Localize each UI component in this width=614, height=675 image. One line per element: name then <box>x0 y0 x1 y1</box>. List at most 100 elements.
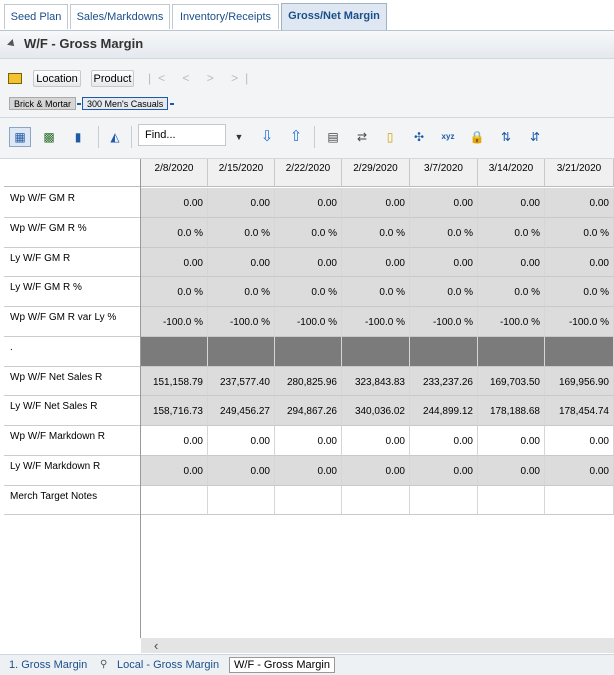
grid-cell[interactable] <box>478 486 545 515</box>
scroll-left-icon[interactable]: ‹ <box>154 638 158 653</box>
tab-inventory-receipts[interactable]: Inventory/Receipts <box>172 4 279 29</box>
grid-cell[interactable]: 0.0 % <box>545 277 614 307</box>
grid-cell[interactable] <box>342 337 410 367</box>
column-header[interactable]: 3/14/2020 <box>478 159 545 187</box>
grid-cell[interactable]: 0.00 <box>141 426 208 456</box>
grid-cell[interactable]: 178,454.74 <box>545 396 614 426</box>
grid-cell[interactable]: 280,825.96 <box>275 367 342 396</box>
grid-cell[interactable]: 0.00 <box>208 456 275 486</box>
column-header[interactable]: 3/7/2020 <box>410 159 478 187</box>
grid-cell[interactable]: 0.0 % <box>208 218 275 248</box>
grid-cell[interactable]: 0.00 <box>342 248 410 277</box>
grid-cell[interactable]: 0.0 % <box>478 218 545 248</box>
tab-sales-markdowns[interactable]: Sales/Markdowns <box>70 4 170 29</box>
grid-cell[interactable] <box>478 337 545 367</box>
grid-cell[interactable]: 0.00 <box>342 188 410 218</box>
collapse-triangle-icon[interactable] <box>7 39 17 49</box>
find-previous-up-icon[interactable]: ⇧ <box>288 129 304 145</box>
grid-cell[interactable]: -100.0 % <box>208 307 275 337</box>
grid-cell[interactable] <box>208 486 275 515</box>
grid-cell[interactable] <box>410 337 478 367</box>
chevron-down-icon[interactable]: ▼ <box>231 129 247 145</box>
grid-cell[interactable]: 0.00 <box>342 456 410 486</box>
grid-cell[interactable]: -100.0 % <box>141 307 208 337</box>
grid-cell[interactable]: -100.0 % <box>275 307 342 337</box>
grid-cell[interactable]: 244,899.12 <box>410 396 478 426</box>
tab-local-gross-margin[interactable]: Local - Gross Margin <box>117 658 219 672</box>
grid-cell[interactable]: 0.00 <box>275 456 342 486</box>
grid-cell[interactable]: 169,956.90 <box>545 367 614 396</box>
grid-cell[interactable]: 0.0 % <box>545 218 614 248</box>
grid-cell[interactable]: 0.00 <box>208 188 275 218</box>
sort-ascending-icon[interactable]: ⇅ <box>498 129 514 145</box>
column-header[interactable]: 3/21/2020 <box>545 159 614 187</box>
grid-cell[interactable]: 0.00 <box>208 248 275 277</box>
page-nav-arrows-icon[interactable]: |< < > >| <box>148 71 255 85</box>
location-button[interactable]: Location <box>33 70 81 87</box>
grid-cell[interactable] <box>342 486 410 515</box>
grid-cell[interactable]: 0.00 <box>545 248 614 277</box>
chart-table-icon[interactable]: ▩ <box>41 129 57 145</box>
swap-rows-icon[interactable]: ⇄ <box>354 129 370 145</box>
row-header[interactable]: Ly W/F GM R <box>4 248 140 277</box>
grid-cell[interactable]: 0.00 <box>410 248 478 277</box>
grid-cell[interactable] <box>208 337 275 367</box>
grid-cell[interactable]: 0.0 % <box>410 218 478 248</box>
row-header[interactable]: Ly W/F GM R % <box>4 277 140 307</box>
grid-cell[interactable]: 0.00 <box>410 456 478 486</box>
pivot-table-icon[interactable] <box>8 73 22 84</box>
grid-cell[interactable]: 151,158.79 <box>141 367 208 396</box>
row-header[interactable]: Ly W/F Net Sales R <box>4 396 140 426</box>
grid-cell[interactable] <box>275 486 342 515</box>
row-header[interactable]: Wp W/F Net Sales R <box>4 367 140 396</box>
column-icon[interactable]: ▯ <box>382 129 398 145</box>
grid-cell[interactable]: 0.0 % <box>141 218 208 248</box>
grid-cell[interactable]: 340,036.02 <box>342 396 410 426</box>
row-header[interactable]: Wp W/F Markdown R <box>4 426 140 456</box>
grid-cell[interactable]: -100.0 % <box>410 307 478 337</box>
grid-cell[interactable]: 0.0 % <box>275 218 342 248</box>
grid-cell[interactable]: 0.00 <box>141 456 208 486</box>
grid-cell[interactable]: 0.0 % <box>342 218 410 248</box>
table-view-icon[interactable]: ▦ <box>9 127 31 147</box>
tab-wf-gross-margin[interactable]: W/F - Gross Margin <box>229 657 335 673</box>
grid-cell[interactable]: 0.00 <box>141 248 208 277</box>
grid-cell[interactable]: 0.00 <box>208 426 275 456</box>
xyz-calculation-icon[interactable]: xyz <box>440 129 456 145</box>
row-header[interactable]: Wp W/F GM R var Ly % <box>4 307 140 337</box>
horizontal-scrollbar[interactable]: ‹ <box>141 638 614 653</box>
filter-mens-casuals[interactable]: 300 Men's Casuals <box>82 97 169 110</box>
grid-cell[interactable]: 249,456.27 <box>208 396 275 426</box>
grid-cell[interactable]: 0.00 <box>342 426 410 456</box>
grid-cell[interactable]: 0.00 <box>410 426 478 456</box>
grid-cell[interactable]: 323,843.83 <box>342 367 410 396</box>
grid-cell[interactable]: 0.00 <box>478 426 545 456</box>
grid-cell[interactable]: 0.00 <box>141 188 208 218</box>
grid-cell[interactable]: 0.00 <box>545 426 614 456</box>
grid-cell[interactable]: 233,237.26 <box>410 367 478 396</box>
grid-cell[interactable] <box>545 486 614 515</box>
grid-cell[interactable]: 0.00 <box>478 248 545 277</box>
grid-cell[interactable]: 0.0 % <box>275 277 342 307</box>
column-header[interactable]: 2/29/2020 <box>342 159 410 187</box>
grid-cell[interactable] <box>410 486 478 515</box>
split-view-icon[interactable]: ✣ <box>411 129 427 145</box>
find-next-down-icon[interactable]: ⇩ <box>259 129 275 145</box>
tab-gross-net-margin[interactable]: Gross/Net Margin <box>281 3 387 30</box>
grid-cell[interactable]: 237,577.40 <box>208 367 275 396</box>
find-input[interactable]: Find... <box>138 124 226 146</box>
column-header[interactable]: 2/22/2020 <box>275 159 342 187</box>
grid-cell[interactable]: 0.00 <box>275 188 342 218</box>
grid-cell[interactable]: 294,867.26 <box>275 396 342 426</box>
grid-cell[interactable]: -100.0 % <box>342 307 410 337</box>
grid-cell[interactable]: 0.0 % <box>141 277 208 307</box>
tab-gross-margin[interactable]: 1. Gross Margin <box>9 658 87 672</box>
grid-cell[interactable]: -100.0 % <box>478 307 545 337</box>
area-chart-icon[interactable]: ◭ <box>107 129 123 145</box>
grid-cell[interactable]: 0.0 % <box>208 277 275 307</box>
grid-cell[interactable] <box>275 337 342 367</box>
row-header[interactable]: Ly W/F Markdown R <box>4 456 140 486</box>
sort-descending-icon[interactable]: ⇵ <box>527 129 543 145</box>
filter-brick-mortar[interactable]: Brick & Mortar <box>9 97 77 110</box>
grid-cell[interactable]: 0.0 % <box>410 277 478 307</box>
